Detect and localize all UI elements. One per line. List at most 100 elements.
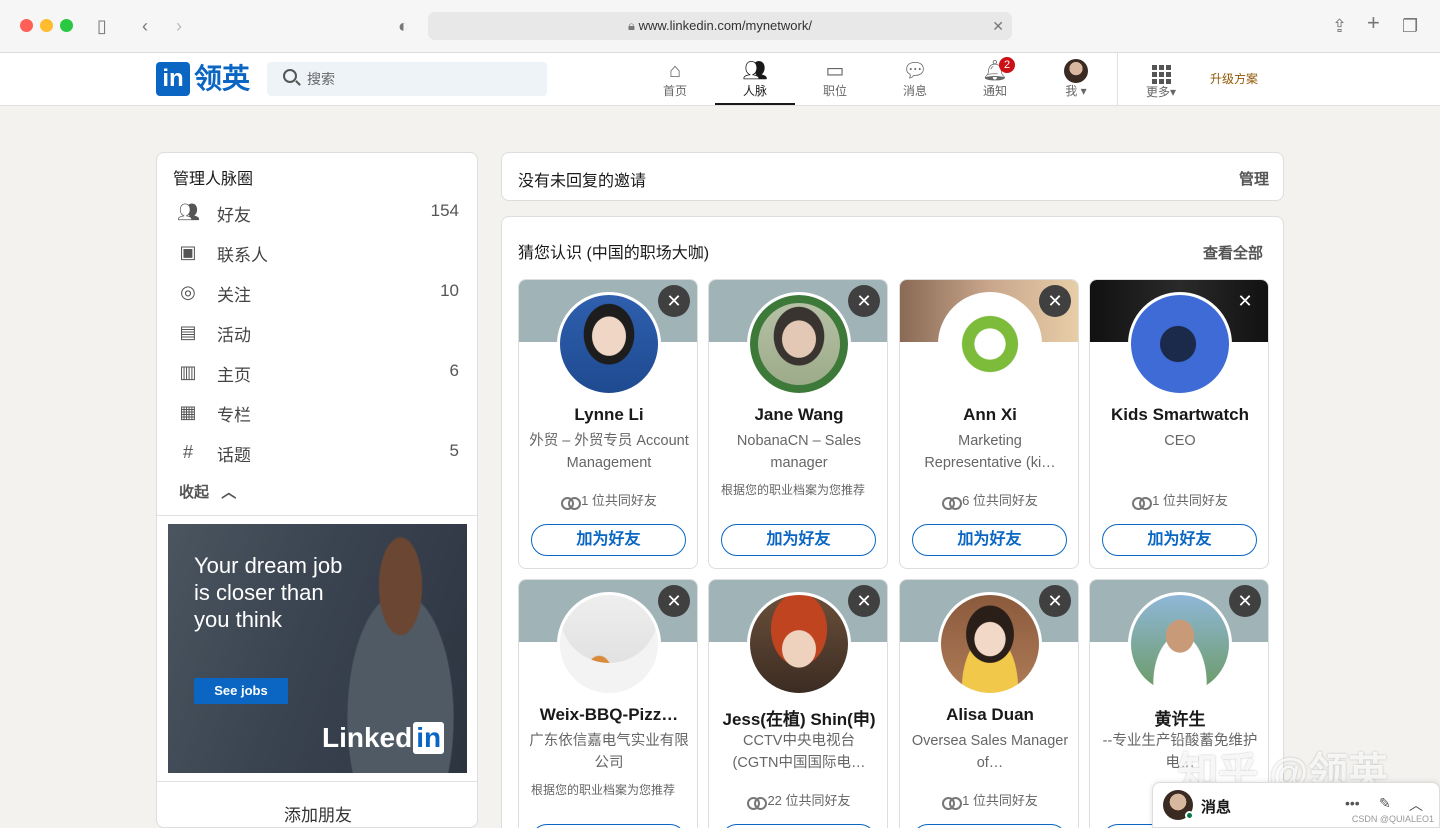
- recommendation-reason: 根据您的职业档案为您推荐: [531, 783, 676, 797]
- person-card[interactable]: ✕ Alisa Duan Oversea Sales Manager of… 1…: [899, 579, 1079, 828]
- nav-my-network[interactable]: 👥︎ 人脉: [715, 57, 795, 105]
- sidebar-item-pages[interactable]: ▥ 主页 6: [177, 353, 459, 393]
- add-friends-button[interactable]: 添加朋友: [157, 801, 477, 826]
- zoom-window-button[interactable]: [60, 19, 73, 32]
- nav-notifications[interactable]: 🔔︎ 2 通知: [955, 57, 1035, 105]
- person-card[interactable]: ✕ Jess(在植) Shin(申) CCTV中央电视台 (CGTN中国国际电……: [708, 579, 888, 828]
- dismiss-icon[interactable]: ✕: [1039, 585, 1071, 617]
- person-name[interactable]: Lynne Li: [525, 405, 693, 425]
- person-card[interactable]: ✕ Weix-BBQ-Pizz… 广东依信嘉电气实业有限公司 根据您的职业档案为…: [518, 579, 698, 828]
- nav-home[interactable]: ⌂ 首页: [635, 57, 715, 105]
- sidebar-item-connections[interactable]: 👥︎ 好友 154: [177, 193, 459, 233]
- chevron-up-icon: ︿: [221, 484, 237, 501]
- dismiss-icon[interactable]: ✕: [1229, 285, 1261, 317]
- dismiss-icon[interactable]: ✕: [658, 585, 690, 617]
- chevron-up-icon[interactable]: ︿: [1409, 795, 1423, 815]
- sidebar-item-newsletters[interactable]: ▦ 专栏: [177, 393, 459, 433]
- share-icon[interactable]: ⇪: [1332, 14, 1347, 38]
- csdn-watermark: CSDN @QUIALEO1: [1351, 814, 1434, 824]
- person-name[interactable]: Jane Wang: [715, 405, 883, 425]
- search-icon: [283, 69, 297, 83]
- ad-headline: Your dream job is closer than you think: [194, 553, 343, 632]
- nav-me-label-wrap: 我 ▾: [1036, 83, 1116, 99]
- tab-overview-icon[interactable]: ❐: [1402, 14, 1418, 38]
- sidebar-item-contacts[interactable]: ▣ 联系人: [177, 233, 459, 273]
- connect-button[interactable]: 加为好友: [531, 824, 686, 828]
- forward-icon[interactable]: ›: [176, 14, 182, 38]
- upgrade-link[interactable]: 升级方案: [1210, 70, 1258, 87]
- person-name[interactable]: Weix-BBQ-Pizz…: [525, 705, 693, 725]
- dismiss-icon[interactable]: ✕: [658, 285, 690, 317]
- follow-icon: ◎: [180, 282, 196, 302]
- sidebar-item-following[interactable]: ◎ 关注 10: [177, 273, 459, 313]
- divider: [157, 515, 477, 516]
- person-card[interactable]: ✕ Jane Wang NobanaCN – Sales manager 根据您…: [708, 279, 888, 569]
- sidebar-item-label: 话题: [217, 446, 251, 465]
- sidebar-item-count: 6: [449, 361, 459, 380]
- connect-button[interactable]: 加为好友: [912, 824, 1067, 828]
- linkedin-logo[interactable]: in: [156, 62, 190, 96]
- nav-messaging[interactable]: 💬︎ 消息: [875, 57, 955, 105]
- person-name[interactable]: Alisa Duan: [906, 705, 1074, 725]
- sidebar-item-count: 10: [440, 281, 459, 300]
- mutual-connections: 1 位共同好友: [908, 790, 1072, 811]
- contact-book-icon: ▣: [179, 242, 197, 262]
- new-tab-icon[interactable]: +: [1367, 11, 1380, 35]
- sidebar-item-hashtags[interactable]: # 话题 5: [177, 433, 459, 473]
- building-icon: ▥: [179, 362, 197, 382]
- nav-jobs[interactable]: ▭ 职位: [795, 57, 875, 105]
- nav-me[interactable]: 我 ▾: [1036, 57, 1116, 105]
- connect-button[interactable]: 加为好友: [912, 524, 1067, 556]
- person-card[interactable]: ✕ Kids Smartwatch CEO 1 位共同好友 加为好友: [1089, 279, 1269, 569]
- people-icon: 👥︎: [177, 202, 200, 222]
- dismiss-icon[interactable]: ✕: [848, 585, 880, 617]
- newsletter-icon: ▦: [179, 402, 197, 422]
- dismiss-icon[interactable]: ✕: [1039, 285, 1071, 317]
- mutual-connections-icon: [942, 497, 963, 511]
- avatar: [938, 592, 1042, 696]
- person-name[interactable]: Jess(在植) Shin(申): [715, 705, 883, 730]
- nav-label: 职位: [822, 84, 847, 98]
- nav-more[interactable]: 更多▾: [1121, 57, 1201, 105]
- back-icon[interactable]: ‹: [142, 14, 148, 38]
- address-bar[interactable]: 🔒︎ www.linkedin.com/mynetwork/ ✕: [428, 12, 1012, 40]
- connect-button[interactable]: 加为好友: [1102, 524, 1257, 556]
- sidebar-item-events[interactable]: ▤ 活动: [177, 313, 459, 353]
- sidebar-item-label: 主页: [217, 366, 251, 385]
- dismiss-icon[interactable]: ✕: [848, 285, 880, 317]
- avatar: [557, 592, 661, 696]
- avatar: [1128, 592, 1232, 696]
- sidebar-toggle-icon[interactable]: ▯: [97, 14, 107, 38]
- person-name[interactable]: Kids Smartwatch: [1096, 405, 1264, 425]
- invitations-card: 没有未回复的邀请 管理: [501, 152, 1284, 201]
- search-input[interactable]: 搜索: [267, 62, 547, 96]
- person-headline: NobanaCN – Sales manager: [736, 433, 862, 471]
- nav-label: 通知: [982, 84, 1007, 98]
- dismiss-icon[interactable]: ✕: [1229, 585, 1261, 617]
- messaging-icon: 💬︎: [902, 60, 928, 82]
- connect-button[interactable]: 加为好友: [721, 824, 876, 828]
- minimize-window-button[interactable]: [40, 19, 53, 32]
- collapse-button[interactable]: 收起 ︿: [179, 481, 236, 502]
- shield-icon[interactable]: ◐: [398, 14, 409, 38]
- person-card[interactable]: ✕ Lynne Li 外贸 – 外贸专员 Account Management …: [518, 279, 698, 569]
- close-window-button[interactable]: [20, 19, 33, 32]
- person-card[interactable]: ✕ Ann Xi Marketing Representative (ki… 6…: [899, 279, 1079, 569]
- person-name[interactable]: Ann Xi: [906, 405, 1074, 425]
- connect-button[interactable]: 加为好友: [531, 524, 686, 556]
- job-ad-banner[interactable]: Your dream job is closer than you think …: [168, 524, 467, 773]
- avatar: [938, 292, 1042, 396]
- manage-invitations-button[interactable]: 管理: [1239, 168, 1269, 189]
- mutual-connections-text: 22 位共同好友: [767, 793, 851, 808]
- compose-icon[interactable]: ✎: [1379, 795, 1391, 812]
- connect-button[interactable]: 加为好友: [721, 524, 876, 556]
- sidebar-item-count: 154: [430, 201, 459, 220]
- linkedin-logo-text[interactable]: 领英: [194, 62, 250, 96]
- clear-url-icon[interactable]: ✕: [992, 12, 1004, 40]
- see-all-button[interactable]: 查看全部: [1203, 242, 1263, 263]
- person-name[interactable]: 黄许生: [1096, 705, 1264, 730]
- more-options-icon[interactable]: •••: [1345, 795, 1360, 811]
- see-jobs-button[interactable]: See jobs: [194, 678, 288, 704]
- hashtag-icon: #: [182, 442, 193, 462]
- person-headline: 广东依信嘉电气实业有限公司: [529, 733, 689, 771]
